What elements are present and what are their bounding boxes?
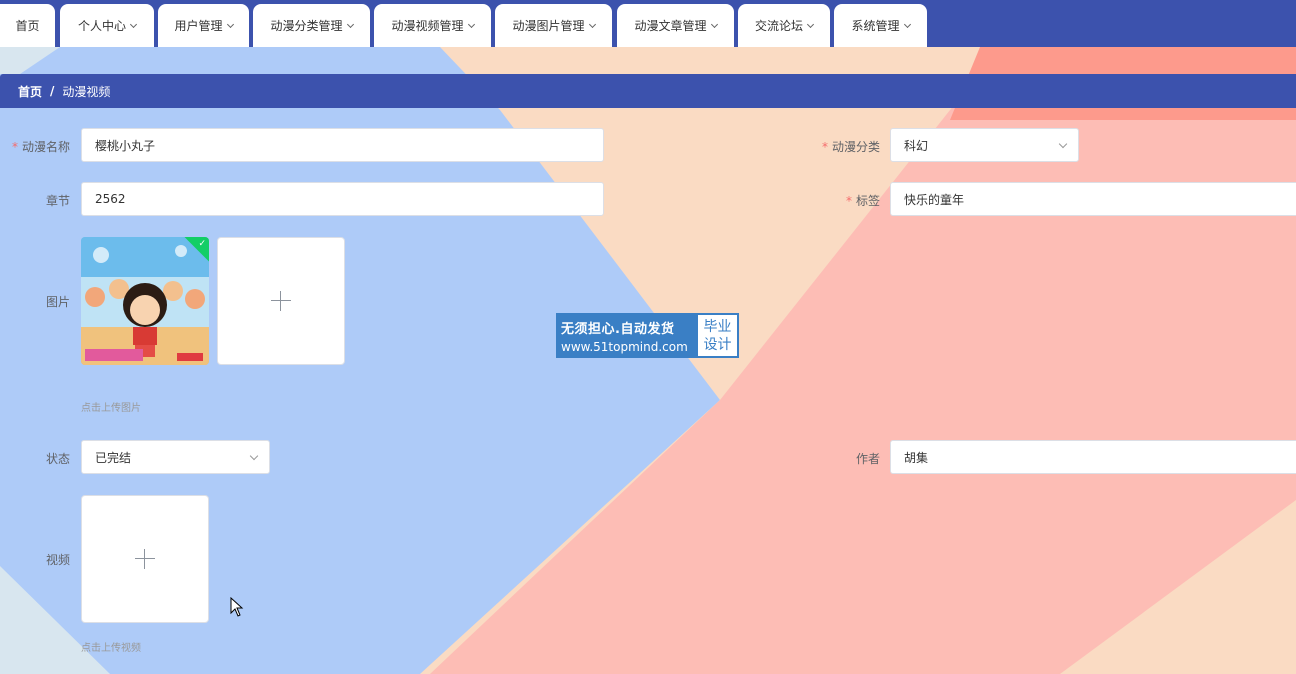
nav-tab-label: 系统管理 bbox=[851, 19, 900, 33]
watermark-slogan: 无须担心.自动发货 bbox=[561, 321, 675, 337]
breadcrumb-separator: / bbox=[50, 84, 55, 98]
nav-tab-label: 首页 bbox=[15, 19, 40, 33]
author-label: 作者 bbox=[855, 452, 880, 466]
required-marker: * bbox=[845, 194, 852, 208]
watermark-banner: 无须担心.自动发货 www.51topmind.com 毕业 设计 bbox=[556, 313, 739, 358]
nav-tab-image-management[interactable]: 动漫图片管理 bbox=[495, 4, 612, 47]
nav-tab-personal-center[interactable]: 个人中心 bbox=[60, 4, 154, 47]
check-icon: ✓ bbox=[198, 239, 206, 249]
anime-category-select[interactable]: 科幻 bbox=[890, 128, 1079, 162]
chapter-label: 章节 bbox=[45, 194, 70, 208]
nav-tab-user-management[interactable]: 用户管理 bbox=[158, 4, 249, 47]
nav-tab-label: 动漫文章管理 bbox=[634, 19, 707, 33]
author-value: 胡集 bbox=[904, 450, 929, 465]
chapter-input[interactable]: 2562 bbox=[81, 182, 604, 216]
nav-tab-video-management[interactable]: 动漫视频管理 bbox=[374, 4, 491, 47]
nav-tab-label: 动漫视频管理 bbox=[391, 19, 464, 33]
breadcrumb-current: 动漫视频 bbox=[62, 84, 111, 99]
required-marker: * bbox=[821, 140, 828, 154]
watermark-url: www.51topmind.com bbox=[561, 339, 688, 354]
nav-tab-label: 动漫分类管理 bbox=[270, 19, 343, 33]
required-marker: * bbox=[11, 140, 18, 154]
nav-tab-article-management[interactable]: 动漫文章管理 bbox=[617, 4, 734, 47]
tags-value: 快乐的童年 bbox=[904, 192, 965, 207]
nav-tab-home[interactable]: 首页 bbox=[0, 4, 55, 47]
chevron-down-icon bbox=[129, 20, 138, 28]
author-input[interactable]: 胡集 bbox=[890, 440, 1296, 474]
chevron-down-icon bbox=[467, 20, 475, 28]
chevron-down-icon bbox=[806, 20, 815, 28]
tags-input[interactable]: 快乐的童年 bbox=[890, 182, 1296, 216]
anime-name-value: 樱桃小丸子 bbox=[95, 138, 156, 153]
anime-category-label: * 动漫分类 bbox=[800, 138, 880, 155]
nav-tab-label: 交流论坛 bbox=[754, 19, 803, 33]
anime-poster-image bbox=[81, 237, 209, 365]
chevron-down-icon bbox=[249, 451, 259, 461]
video-upload-hint: 点击上传视频 bbox=[81, 643, 141, 654]
chevron-down-icon bbox=[588, 20, 596, 28]
chevron-down-icon bbox=[903, 20, 911, 28]
anime-name-label-text: 动漫名称 bbox=[21, 140, 70, 154]
anime-category-value: 科幻 bbox=[904, 138, 929, 153]
watermark-tag-line2: 设计 bbox=[703, 336, 732, 353]
plus-icon bbox=[271, 291, 291, 311]
nav-tab-category-management[interactable]: 动漫分类管理 bbox=[253, 4, 370, 47]
top-navigation: 首页 个人中心 用户管理 动漫分类管理 动漫视频管理 动漫图片管理 动漫文章管理… bbox=[0, 0, 1296, 47]
video-upload-button[interactable] bbox=[81, 495, 209, 623]
nav-tab-forum[interactable]: 交流论坛 bbox=[738, 4, 830, 47]
anime-category-label-text: 动漫分类 bbox=[831, 140, 880, 154]
plus-icon bbox=[135, 549, 155, 569]
nav-tab-system-management[interactable]: 系统管理 bbox=[834, 4, 927, 47]
status-select[interactable]: 已完结 bbox=[81, 440, 270, 474]
breadcrumb: 首页 / 动漫视频 bbox=[0, 74, 1296, 108]
image-label: 图片 bbox=[45, 295, 70, 309]
chevron-down-icon bbox=[226, 20, 234, 28]
anime-name-label: * 动漫名称 bbox=[10, 138, 70, 155]
chevron-down-icon bbox=[1058, 139, 1068, 149]
mouse-cursor-icon bbox=[230, 597, 244, 617]
status-label: 状态 bbox=[45, 452, 70, 466]
video-label: 视频 bbox=[45, 553, 70, 567]
tags-label-text: 标签 bbox=[855, 194, 880, 208]
chevron-down-icon bbox=[710, 20, 718, 28]
nav-tab-label: 用户管理 bbox=[174, 19, 223, 33]
chapter-value: 2562 bbox=[95, 192, 126, 206]
chevron-down-icon bbox=[346, 20, 354, 28]
image-upload-hint: 点击上传图片 bbox=[81, 403, 141, 414]
breadcrumb-home[interactable]: 首页 bbox=[18, 83, 42, 100]
watermark-tag-line1: 毕业 bbox=[703, 318, 732, 335]
nav-tab-label: 动漫图片管理 bbox=[512, 19, 585, 33]
image-upload-button[interactable] bbox=[217, 237, 345, 365]
nav-tab-label: 个人中心 bbox=[77, 19, 126, 33]
anime-name-input[interactable]: 樱桃小丸子 bbox=[81, 128, 604, 162]
tags-label: * 标签 bbox=[800, 192, 880, 209]
status-value: 已完结 bbox=[95, 450, 132, 465]
uploaded-image-thumbnail[interactable]: ✓ bbox=[81, 237, 209, 365]
